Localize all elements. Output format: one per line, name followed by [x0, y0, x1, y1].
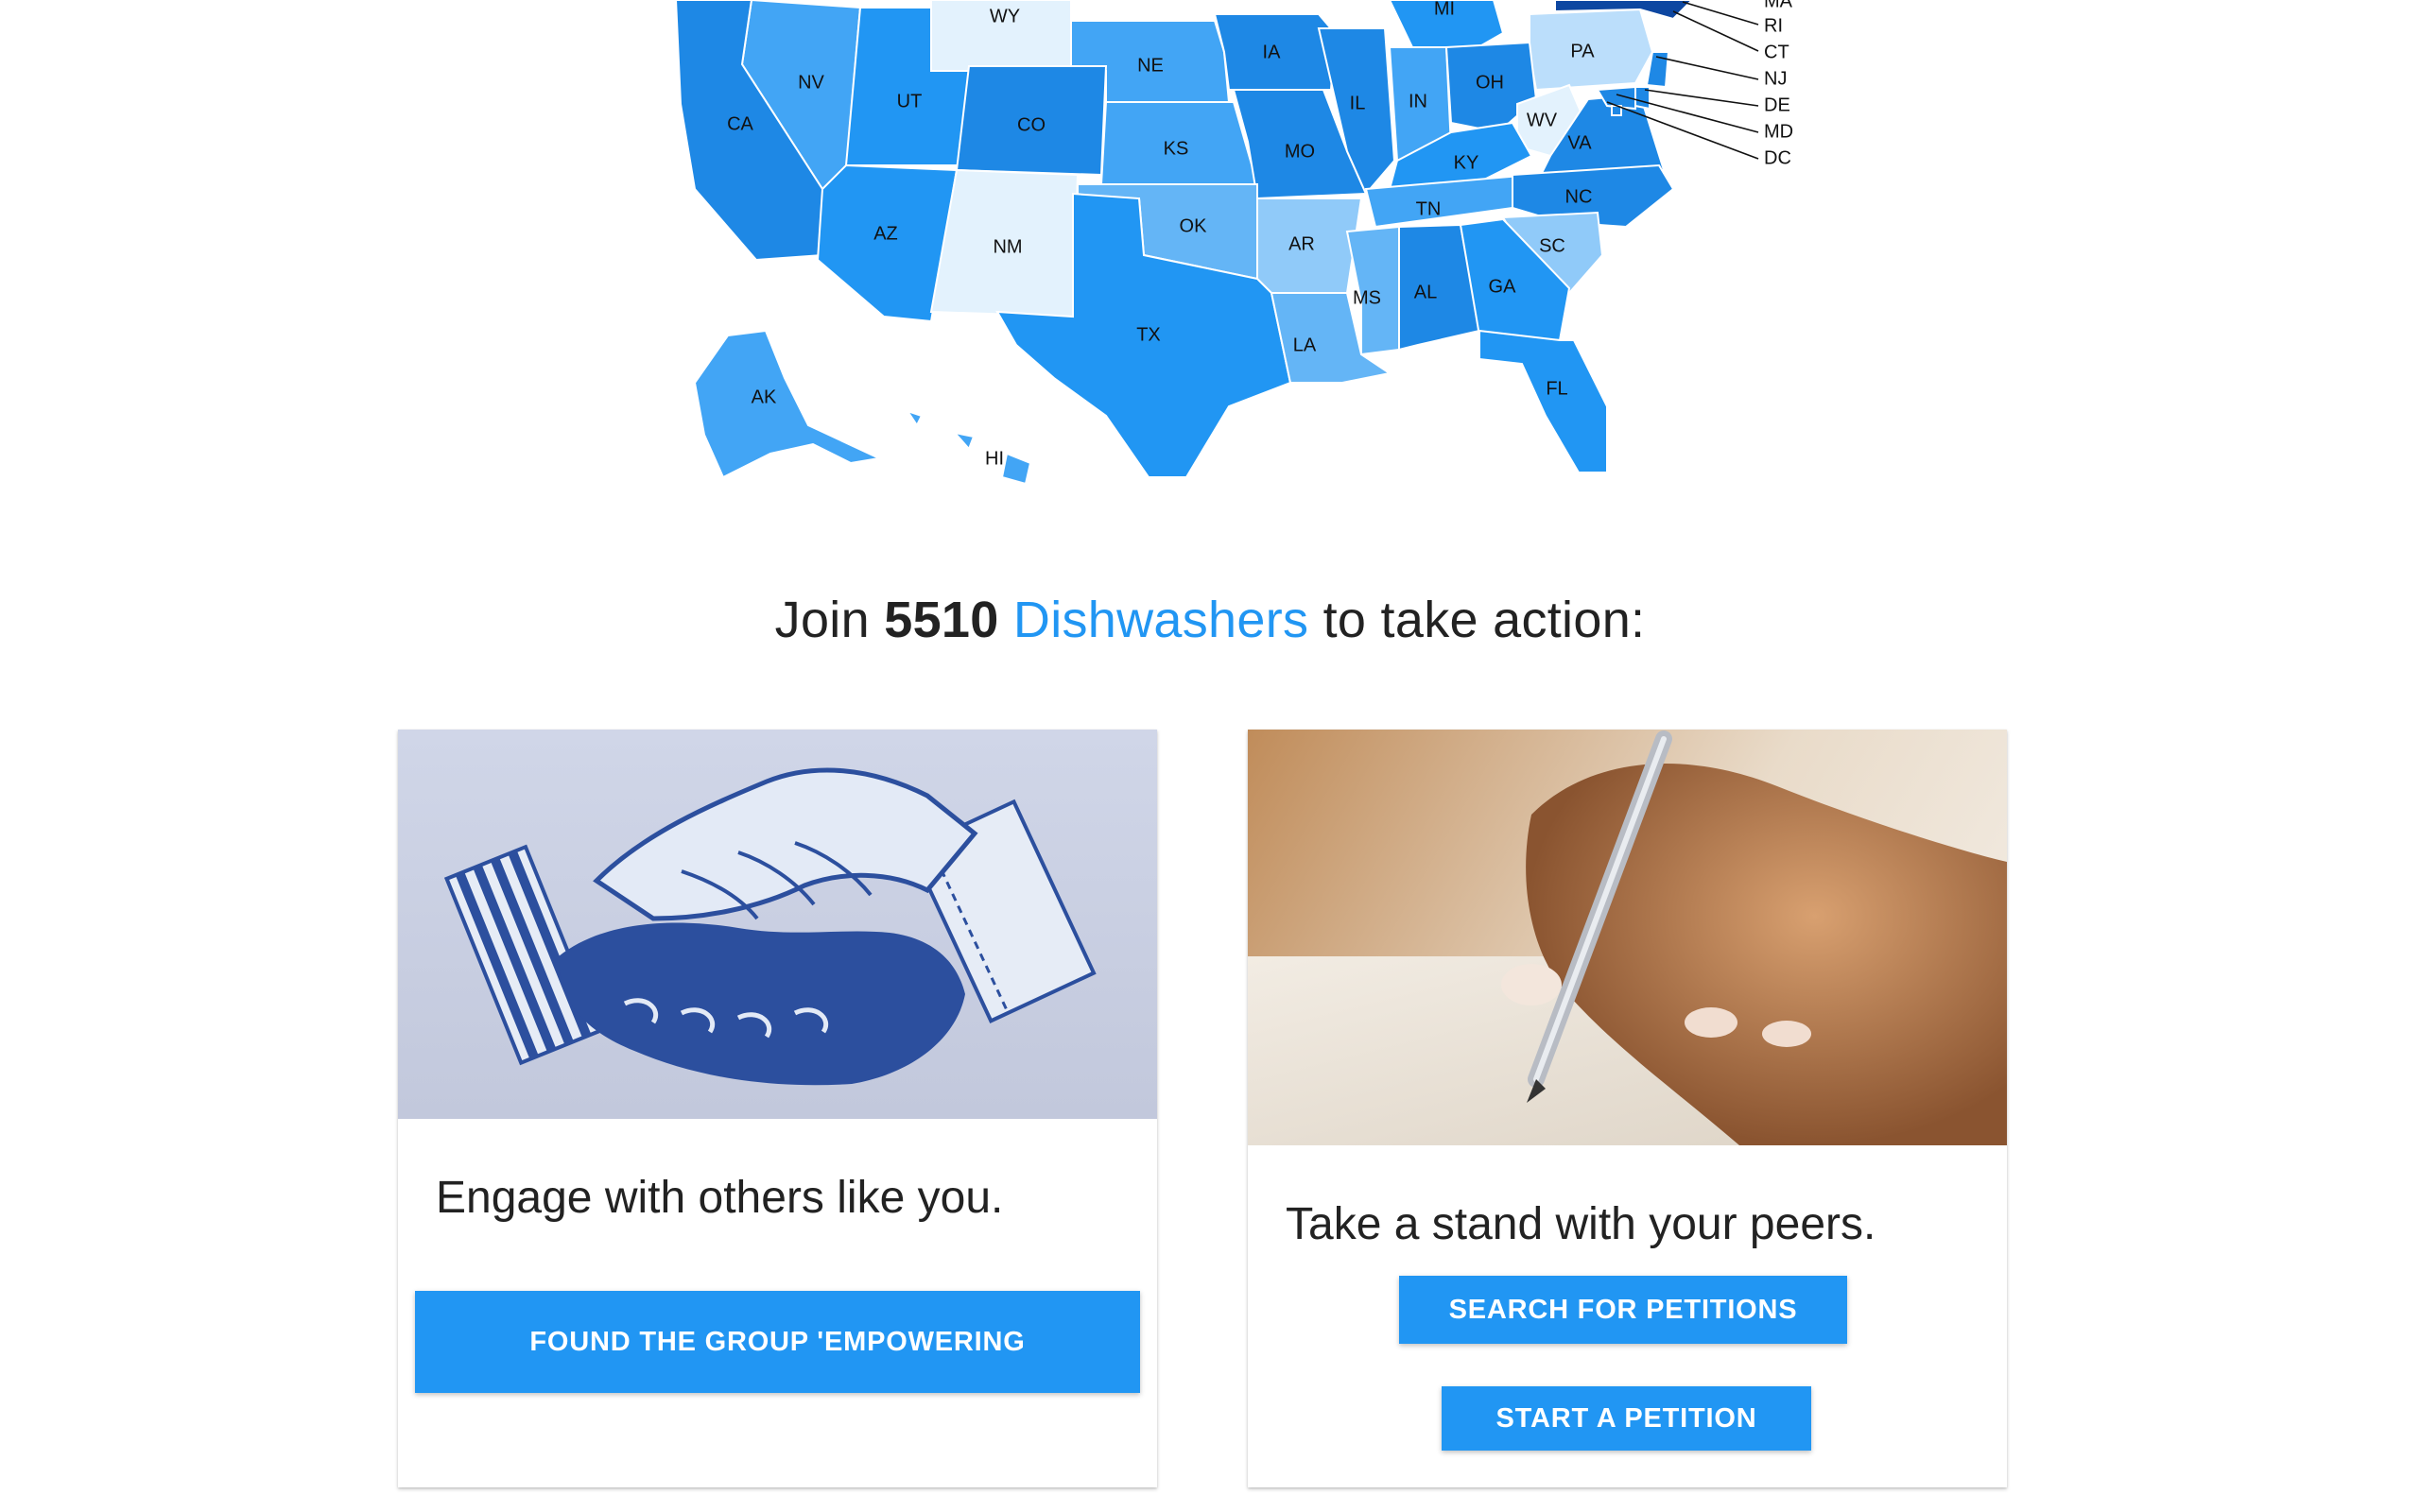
handshake-image	[398, 730, 1157, 1119]
svg-text:DC: DC	[1764, 147, 1791, 168]
svg-text:WV: WV	[1527, 110, 1558, 130]
state-hi[interactable]	[905, 409, 1032, 486]
svg-text:LA: LA	[1293, 335, 1317, 355]
svg-text:HI: HI	[985, 448, 1004, 469]
svg-text:MD: MD	[1764, 121, 1793, 142]
state-ak[interactable]	[693, 329, 883, 479]
svg-text:IN: IN	[1409, 91, 1427, 112]
svg-text:KS: KS	[1164, 138, 1189, 159]
group-link[interactable]: Dishwashers	[1013, 592, 1308, 648]
svg-text:NC: NC	[1565, 186, 1593, 207]
svg-text:NJ: NJ	[1764, 68, 1787, 89]
join-headline: Join 5510 Dishwashers to take action:	[0, 591, 2420, 649]
svg-text:WY: WY	[990, 6, 1020, 26]
petition-card: Take a stand with your peers. SEARCH FOR…	[1248, 730, 2007, 1487]
state-fl[interactable]	[1478, 329, 1608, 473]
svg-text:MI: MI	[1434, 0, 1455, 19]
search-petitions-button[interactable]: SEARCH FOR PETITIONS	[1399, 1276, 1847, 1344]
svg-text:MA: MA	[1764, 0, 1793, 11]
svg-text:NM: NM	[993, 236, 1022, 257]
svg-text:UT: UT	[897, 91, 923, 112]
svg-text:CO: CO	[1017, 114, 1046, 135]
svg-text:MO: MO	[1285, 141, 1315, 162]
svg-text:CA: CA	[727, 113, 753, 134]
headline-suffix: to take action:	[1308, 592, 1646, 648]
svg-text:NV: NV	[798, 72, 824, 93]
svg-text:IL: IL	[1350, 93, 1366, 113]
svg-text:TN: TN	[1416, 198, 1442, 219]
member-count: 5510	[884, 592, 999, 648]
svg-text:CT: CT	[1764, 42, 1789, 62]
svg-text:GA: GA	[1489, 276, 1517, 297]
svg-text:TX: TX	[1136, 324, 1161, 345]
svg-text:RI: RI	[1764, 15, 1783, 36]
svg-text:OH: OH	[1476, 72, 1504, 93]
svg-text:KY: KY	[1454, 152, 1479, 173]
hand-writing-icon	[1248, 730, 2007, 1145]
svg-text:AK: AK	[752, 387, 777, 407]
svg-text:FL: FL	[1546, 378, 1567, 399]
svg-text:AR: AR	[1288, 233, 1315, 254]
headline-prefix: Join	[774, 592, 885, 648]
start-petition-button[interactable]: START A PETITION	[1442, 1386, 1811, 1451]
engage-tagline: Engage with others like you.	[436, 1173, 1004, 1223]
us-map-svg: WY NE IA MI PA NV UT CO KS MO IL IN OH W…	[674, 0, 1793, 486]
handshake-icon	[443, 767, 1097, 1086]
svg-text:IA: IA	[1263, 42, 1282, 62]
svg-text:NE: NE	[1137, 55, 1164, 76]
us-state-map: WY NE IA MI PA NV UT CO KS MO IL IN OH W…	[0, 0, 2420, 491]
svg-text:MS: MS	[1353, 287, 1381, 308]
petition-tagline: Take a stand with your peers.	[1286, 1199, 1876, 1249]
svg-text:DE: DE	[1764, 94, 1790, 115]
svg-text:AZ: AZ	[873, 223, 898, 244]
svg-text:PA: PA	[1570, 41, 1595, 61]
engage-card: Engage with others like you. FOUND THE G…	[398, 730, 1157, 1487]
svg-text:AL: AL	[1414, 282, 1437, 302]
svg-text:VA: VA	[1567, 132, 1592, 153]
svg-text:SC: SC	[1539, 235, 1565, 256]
hand-writing-image	[1248, 730, 2007, 1145]
svg-text:OK: OK	[1180, 215, 1208, 236]
found-group-button[interactable]: FOUND THE GROUP 'EMPOWERING	[415, 1291, 1140, 1393]
